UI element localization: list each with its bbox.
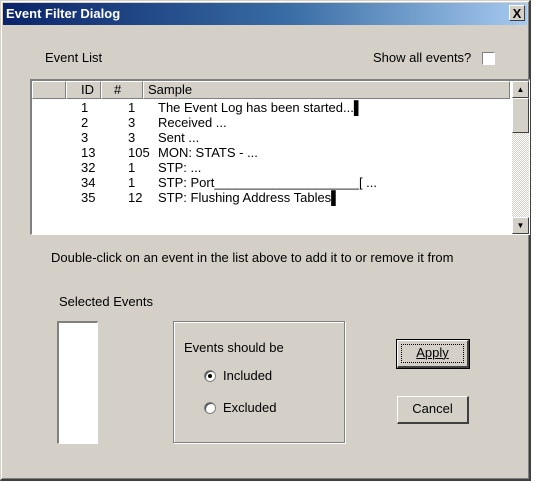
apply-button-label: Apply xyxy=(416,345,449,360)
included-radio[interactable] xyxy=(204,370,216,382)
event-list-scrollbar[interactable]: ▲ ▼ xyxy=(512,81,529,234)
list-item[interactable]: 13 105 MON: STATS - ... xyxy=(32,145,510,160)
event-id: 34 xyxy=(81,175,96,190)
title-bar[interactable]: Event Filter Dialog X xyxy=(3,3,527,25)
event-id: 35 xyxy=(81,190,96,205)
cancel-button[interactable]: Cancel xyxy=(397,396,469,424)
event-id: 32 xyxy=(81,160,96,175)
scroll-down-button[interactable]: ▼ xyxy=(512,217,529,234)
included-label[interactable]: Included xyxy=(223,368,272,383)
column-header-blank[interactable] xyxy=(32,81,66,99)
event-list-rows: 1 1 The Event Log has been started...▌ 2… xyxy=(32,100,510,205)
cancel-button-label: Cancel xyxy=(412,401,453,416)
excluded-label[interactable]: Excluded xyxy=(223,400,276,415)
event-list-header: ID # Sample xyxy=(32,81,510,99)
events-should-be-group: Events should be Included Excluded xyxy=(173,321,345,443)
selected-events-list[interactable] xyxy=(57,321,98,444)
column-header-sample[interactable]: Sample xyxy=(143,81,510,99)
list-item[interactable]: 3 3 Sent ... xyxy=(32,130,510,145)
list-item[interactable]: 2 3 Received ... xyxy=(32,115,510,130)
column-header-id[interactable]: ID xyxy=(66,81,101,99)
column-header-count[interactable]: # xyxy=(101,81,143,99)
event-count: 1 xyxy=(128,160,136,175)
selected-events-label: Selected Events xyxy=(59,294,153,309)
event-filter-dialog: Event Filter Dialog X Event List Show al… xyxy=(0,0,531,481)
event-sample: STP: ... xyxy=(158,160,202,175)
excluded-radio[interactable] xyxy=(204,402,216,414)
event-count: 12 xyxy=(128,190,143,205)
event-id: 2 xyxy=(81,115,89,130)
event-sample: Sent ... xyxy=(158,130,200,145)
scroll-thumb[interactable] xyxy=(512,98,529,133)
event-sample: Received ... xyxy=(158,115,227,130)
event-id: 13 xyxy=(81,145,96,160)
scroll-up-button[interactable]: ▲ xyxy=(512,81,529,98)
triangle-down-icon: ▼ xyxy=(516,221,525,230)
show-all-events-checkbox[interactable] xyxy=(482,52,495,65)
event-count: 105 xyxy=(128,145,150,160)
event-sample: The Event Log has been started...▌ xyxy=(158,100,364,115)
list-item[interactable]: 35 12 STP: Flushing Address Tables▌ xyxy=(32,190,510,205)
event-sample: STP: Flushing Address Tables▌ xyxy=(158,190,341,205)
window-title: Event Filter Dialog xyxy=(6,6,121,21)
event-list[interactable]: ID # Sample 1 1 The Event Log has been s… xyxy=(30,79,530,235)
event-sample: MON: STATS - ... xyxy=(158,145,258,160)
close-button[interactable]: X xyxy=(509,5,525,21)
event-id: 1 xyxy=(81,100,89,115)
apply-button[interactable]: Apply xyxy=(396,339,470,369)
event-count: 3 xyxy=(128,130,136,145)
triangle-up-icon: ▲ xyxy=(516,85,525,94)
event-count: 3 xyxy=(128,115,136,130)
list-item[interactable]: 1 1 The Event Log has been started...▌ xyxy=(32,100,510,115)
radio-selected-dot xyxy=(208,374,212,378)
event-id: 3 xyxy=(81,130,89,145)
event-count: 1 xyxy=(128,175,136,190)
show-all-events-label[interactable]: Show all events? xyxy=(373,50,471,65)
event-sample: STP: Port____________________[ ... xyxy=(158,175,378,190)
events-should-be-label: Events should be xyxy=(184,340,284,355)
event-list-label: Event List xyxy=(45,50,103,65)
event-count: 1 xyxy=(128,100,136,115)
list-item[interactable]: 34 1 STP: Port____________________[ ... xyxy=(32,175,510,190)
list-item[interactable]: 32 1 STP: ... xyxy=(32,160,510,175)
instruction-text: Double-click on an event in the list abo… xyxy=(51,250,454,265)
